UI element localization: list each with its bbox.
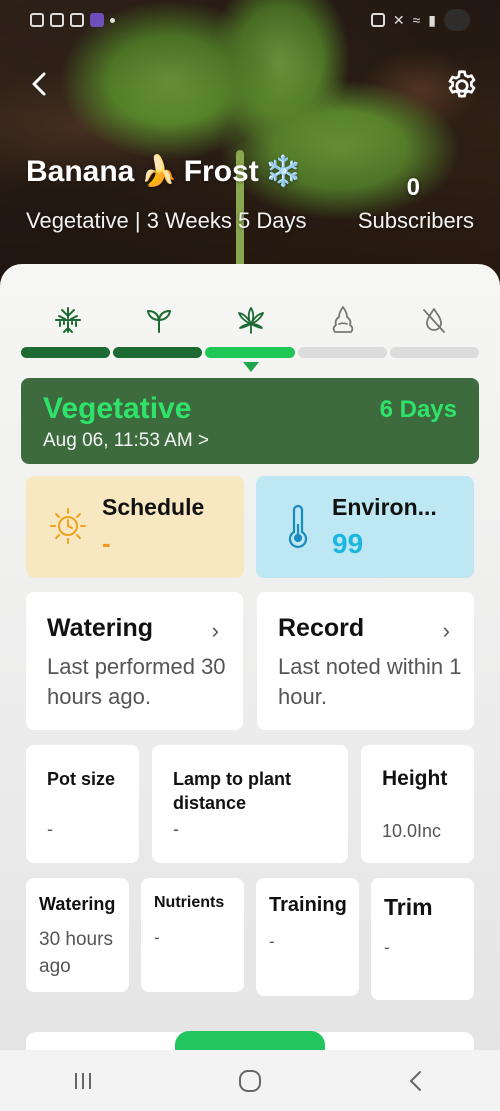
height-value: 10.0Inc bbox=[382, 821, 442, 841]
watering-card-title: Watering bbox=[47, 614, 154, 642]
current-stage-card[interactable]: Vegetative 6 Days Aug 06, 11:53 AM > bbox=[21, 378, 479, 464]
stage-bar-4 bbox=[297, 347, 387, 358]
stage-progress-bars bbox=[21, 347, 480, 358]
snowflake-emoji-icon: ❄️ bbox=[264, 155, 303, 188]
environment-value: 99 bbox=[332, 528, 364, 559]
recents-button[interactable] bbox=[59, 1057, 107, 1105]
banana-emoji-icon: 🍌 bbox=[140, 155, 178, 188]
schedule-tile[interactable]: Schedule - bbox=[26, 476, 244, 578]
height-label: Height bbox=[382, 767, 448, 790]
signal-icon: ▮ bbox=[428, 11, 436, 28]
stage-bar-5 bbox=[389, 347, 480, 358]
stage-pointer-icon bbox=[243, 362, 259, 372]
seedling-icon bbox=[147, 310, 172, 333]
watering-tile[interactable]: Watering 30 hours ago bbox=[26, 878, 129, 992]
status-bar: ✕ ≈ ▮ bbox=[30, 8, 470, 32]
nutrients-label: Nutrients bbox=[154, 894, 225, 911]
home-icon bbox=[238, 1069, 261, 1092]
thermometer-icon bbox=[284, 504, 312, 555]
stage-bar-1 bbox=[21, 347, 111, 358]
sun-icon bbox=[48, 506, 88, 551]
training-value: - bbox=[269, 932, 275, 951]
stage-germination[interactable] bbox=[22, 304, 114, 336]
content-sheet: Vegetative 6 Days Aug 06, 11:53 AM > Sch… bbox=[0, 264, 500, 1072]
trim-label: Trim bbox=[384, 894, 433, 920]
nutrients-tile[interactable]: Nutrients - bbox=[141, 878, 244, 992]
germination-icon bbox=[54, 307, 81, 333]
msg-icon bbox=[30, 13, 44, 27]
stage-bar-2 bbox=[113, 347, 203, 358]
hero-image bbox=[0, 0, 500, 290]
harvest-icon bbox=[423, 308, 446, 333]
settings-button[interactable] bbox=[444, 68, 480, 104]
chevron-right-icon: › bbox=[211, 618, 219, 643]
pot-size-value: - bbox=[47, 819, 53, 839]
watering-card-text: Last performed 30 hours ago. bbox=[47, 654, 226, 709]
stage-start-date: Aug 06, 11:53 AM > bbox=[43, 430, 210, 451]
watering-tile-label: Watering bbox=[39, 894, 116, 914]
subscribers-label[interactable]: Subscribers bbox=[358, 208, 474, 234]
watering-tile-value: 30 hours ago bbox=[39, 929, 113, 977]
record-card[interactable]: Record › Last noted within 1 hour. bbox=[257, 592, 474, 730]
mute-icon: ✕ bbox=[392, 11, 405, 28]
home-button[interactable] bbox=[226, 1057, 274, 1105]
environment-title: Environ... bbox=[332, 494, 437, 520]
gallery-icon bbox=[50, 13, 64, 27]
stage-bar-3 bbox=[205, 347, 295, 358]
stage-duration: 6 Days bbox=[379, 396, 457, 423]
battery-icon bbox=[444, 9, 470, 31]
plant-name: Banana bbox=[26, 154, 135, 188]
lamp-distance-value: - bbox=[173, 819, 179, 839]
trim-value: - bbox=[384, 938, 390, 957]
instagram-icon bbox=[70, 13, 84, 27]
environment-tile[interactable]: Environ... 99 bbox=[256, 476, 474, 578]
pot-size-tile[interactable]: Pot size - bbox=[26, 745, 139, 863]
plant-subtitle: Vegetative | 3 Weeks 5 Days bbox=[26, 208, 307, 233]
schedule-title: Schedule bbox=[102, 494, 205, 520]
trim-tile[interactable]: Trim - bbox=[371, 878, 474, 1000]
stage-seedling[interactable] bbox=[114, 304, 206, 336]
stage-harvest[interactable] bbox=[388, 304, 480, 336]
height-tile[interactable]: Height 10.0Inc bbox=[361, 745, 474, 863]
chevron-right-icon: › bbox=[442, 618, 450, 643]
stage-flowering[interactable] bbox=[297, 304, 389, 336]
back-icon bbox=[409, 1070, 421, 1091]
back-button[interactable] bbox=[24, 68, 56, 100]
record-card-title: Record bbox=[278, 614, 365, 642]
system-nav-bar bbox=[0, 1050, 500, 1111]
wifi-icon: ≈ bbox=[412, 12, 421, 28]
pot-size-label: Pot size bbox=[47, 769, 116, 789]
stage-icons bbox=[22, 304, 480, 336]
gear-icon bbox=[448, 70, 476, 98]
vegetative-icon bbox=[238, 307, 264, 334]
lamp-distance-label: Lamp to plant distance bbox=[173, 769, 291, 813]
plant-title: Banana 🍌 Frost ❄️ bbox=[26, 154, 302, 189]
chevron-left-icon bbox=[32, 72, 46, 96]
flowering-icon bbox=[332, 306, 353, 333]
app-icon bbox=[90, 13, 104, 27]
stage-vegetative[interactable] bbox=[205, 304, 297, 336]
nutrients-value: - bbox=[154, 928, 160, 947]
dot-icon bbox=[110, 17, 115, 23]
watering-card[interactable]: Watering › Last performed 30 hours ago. bbox=[26, 592, 243, 730]
system-back-button[interactable] bbox=[393, 1057, 441, 1105]
recents-icon bbox=[75, 1072, 92, 1089]
nfc-icon bbox=[370, 13, 385, 27]
plant-name-2: Frost bbox=[183, 154, 259, 188]
training-label: Training bbox=[269, 894, 347, 916]
record-card-text: Last noted within 1 hour. bbox=[278, 654, 462, 709]
lamp-distance-tile[interactable]: Lamp to plant distance - bbox=[152, 745, 348, 863]
schedule-value: - bbox=[102, 528, 111, 558]
training-tile[interactable]: Training - bbox=[256, 878, 359, 996]
subscribers-count[interactable]: 0 bbox=[407, 174, 420, 202]
